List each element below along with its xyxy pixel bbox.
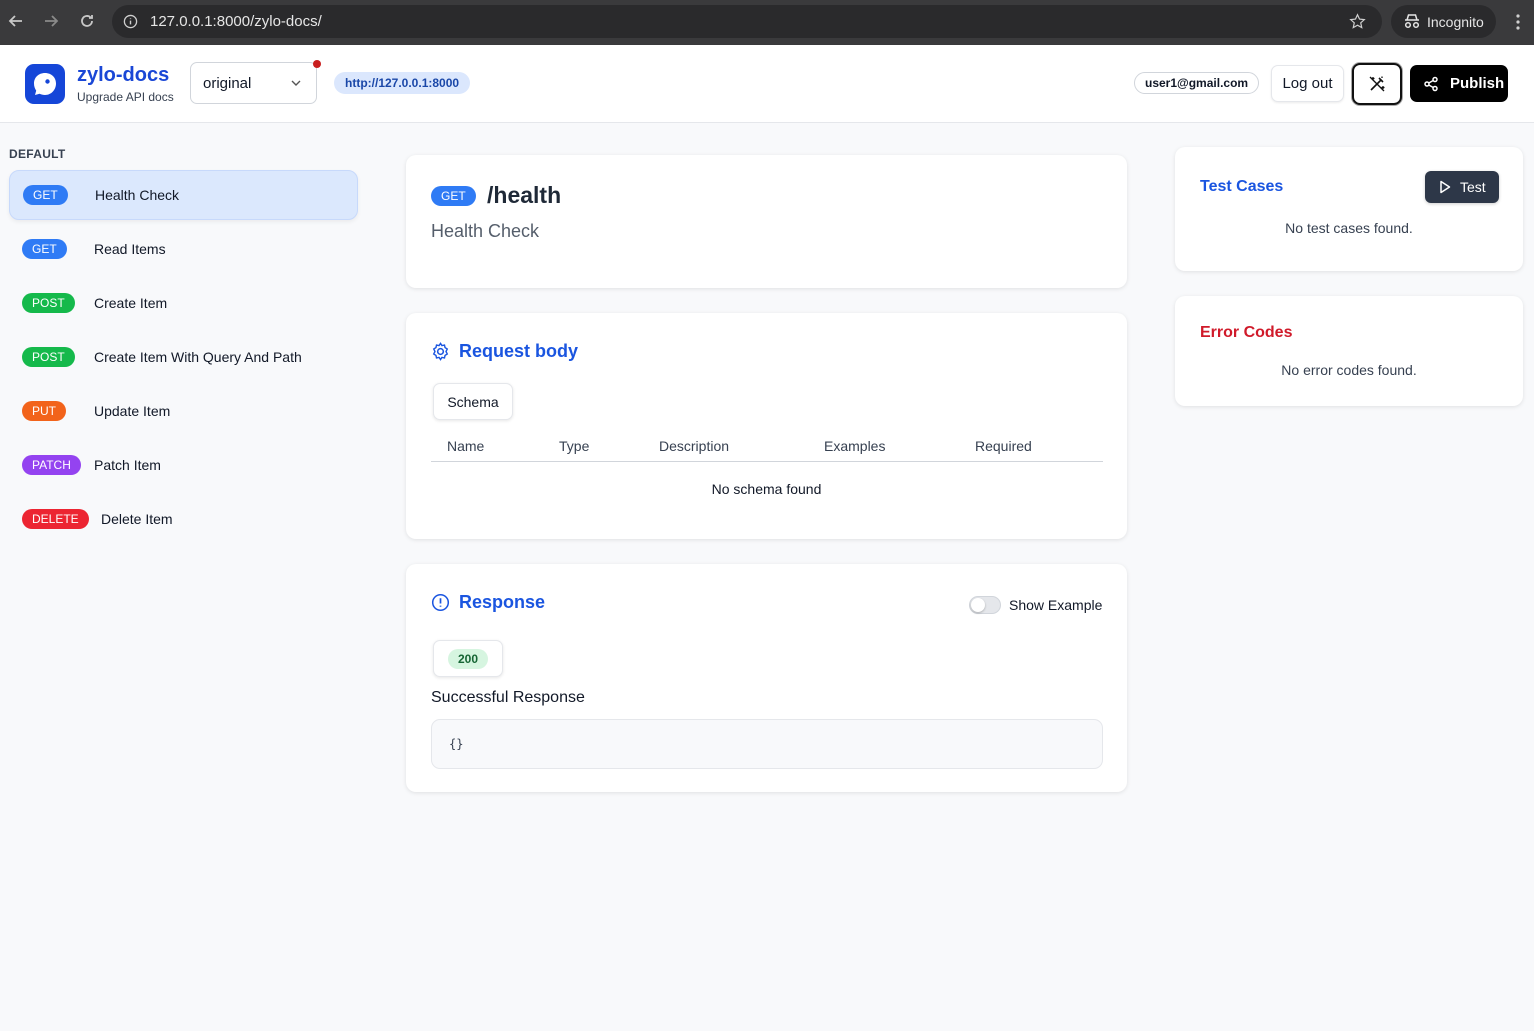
- sidebar-item-patch-item[interactable]: PATCH Patch Item: [9, 440, 358, 490]
- browser-menu-icon[interactable]: [1510, 12, 1526, 32]
- url-text: 127.0.0.1:8000/zylo-docs/: [150, 13, 322, 30]
- main-content: GET /health Health Check Request body Sc…: [381, 123, 1156, 1031]
- column-header-description: Description: [659, 438, 730, 454]
- sidebar-item-read-items[interactable]: GET Read Items: [9, 224, 358, 274]
- response-card: Response Show Example 200 Successful Res…: [406, 564, 1127, 792]
- method-badge-post: POST: [22, 347, 75, 367]
- forward-arrow-icon[interactable]: [41, 11, 61, 31]
- incognito-indicator[interactable]: Incognito: [1391, 5, 1496, 38]
- column-header-name: Name: [447, 438, 485, 454]
- bookmark-star-icon[interactable]: [1349, 13, 1366, 30]
- logo-icon[interactable]: [25, 64, 65, 104]
- endpoint-path: /health: [487, 182, 562, 208]
- magic-wand-button[interactable]: [1352, 63, 1402, 105]
- magic-wand-icon: [1369, 76, 1385, 92]
- address-bar[interactable]: 127.0.0.1:8000/zylo-docs/: [112, 5, 1382, 38]
- endpoint-method-badge: GET: [431, 186, 476, 206]
- method-badge-delete: DELETE: [22, 509, 89, 529]
- publish-button[interactable]: Publish: [1410, 65, 1508, 102]
- table-divider: [431, 461, 1103, 462]
- endpoint-summary: Health Check: [431, 221, 540, 241]
- tab-status-200[interactable]: 200: [433, 640, 503, 677]
- play-icon: [1440, 180, 1451, 194]
- browser-toolbar: 127.0.0.1:8000/zylo-docs/ Incognito: [0, 0, 1534, 45]
- response-title: Response: [459, 592, 546, 612]
- test-cases-empty-message: No test cases found.: [1285, 220, 1413, 236]
- app-header: zylo-docs Upgrade API docs original http…: [0, 45, 1534, 123]
- request-body-title: Request body: [459, 341, 579, 361]
- chevron-down-icon: [291, 80, 301, 86]
- info-circle-icon: [431, 593, 450, 612]
- sidebar-item-update-item[interactable]: PUT Update Item: [9, 386, 358, 436]
- sidebar-item-label: Create Item With Query And Path: [94, 349, 302, 365]
- sidebar-item-label: Read Items: [94, 241, 166, 257]
- logout-button[interactable]: Log out: [1271, 65, 1344, 102]
- sidebar-item-create-item[interactable]: POST Create Item: [9, 278, 358, 328]
- method-badge-patch: PATCH: [22, 455, 81, 475]
- test-button[interactable]: Test: [1425, 171, 1499, 203]
- right-panel: Test Cases Test No test cases found. Err…: [1156, 123, 1534, 1031]
- sidebar-item-label: Update Item: [94, 403, 171, 419]
- error-codes-empty-message: No error codes found.: [1281, 362, 1417, 378]
- error-codes-card: Error Codes No error codes found.: [1175, 296, 1523, 406]
- sidebar: DEFAULT GET Health Check GET Read Items …: [0, 123, 381, 1031]
- schema-empty-message: No schema found: [711, 481, 822, 497]
- response-body-code: {}: [431, 719, 1103, 769]
- column-header-type: Type: [559, 438, 590, 454]
- show-example-label: Show Example: [1009, 597, 1103, 613]
- endpoint-card: GET /health Health Check: [406, 155, 1127, 288]
- site-info-icon[interactable]: [123, 14, 138, 29]
- method-badge-post: POST: [22, 293, 75, 313]
- sidebar-item-label: Patch Item: [94, 457, 161, 473]
- column-header-required: Required: [975, 438, 1032, 454]
- column-header-examples: Examples: [824, 438, 886, 454]
- back-arrow-icon[interactable]: [6, 11, 26, 31]
- brand-name[interactable]: zylo-docs: [77, 64, 169, 87]
- sidebar-item-create-item-query-path[interactable]: POST Create Item With Query And Path: [9, 332, 358, 382]
- incognito-label: Incognito: [1427, 13, 1484, 30]
- test-cases-card: Test Cases Test No test cases found.: [1175, 147, 1523, 271]
- show-example-toggle[interactable]: [969, 596, 1001, 614]
- reload-icon[interactable]: [77, 11, 97, 31]
- status-code-badge: 200: [447, 648, 489, 669]
- user-email-badge: user1@gmail.com: [1134, 72, 1260, 94]
- version-select-value: original: [203, 74, 252, 92]
- request-body-card: Request body Schema Name Type Descriptio…: [406, 313, 1127, 539]
- sidebar-item-label: Create Item: [94, 295, 168, 311]
- error-codes-title: Error Codes: [1200, 324, 1293, 341]
- toggle-knob: [971, 598, 985, 612]
- tab-schema[interactable]: Schema: [433, 383, 513, 420]
- publish-label: Publish: [1450, 75, 1505, 92]
- response-description: Successful Response: [431, 689, 585, 706]
- gear-icon: [432, 342, 449, 361]
- method-badge-put: PUT: [22, 401, 66, 421]
- sidebar-heading: DEFAULT: [9, 147, 66, 161]
- sidebar-item-label: Health Check: [95, 187, 180, 203]
- test-button-label: Test: [1460, 179, 1486, 195]
- notification-dot: [313, 60, 321, 68]
- version-select[interactable]: original: [190, 62, 317, 104]
- sidebar-item-label: Delete Item: [101, 511, 173, 527]
- incognito-icon: [1404, 14, 1420, 29]
- base-url-badge: http://127.0.0.1:8000: [334, 72, 471, 94]
- test-cases-title: Test Cases: [1200, 178, 1284, 195]
- sidebar-item-health-check[interactable]: GET Health Check: [9, 170, 358, 220]
- brand-subtitle: Upgrade API docs: [77, 90, 174, 104]
- sidebar-item-delete-item[interactable]: DELETE Delete Item: [9, 494, 358, 544]
- method-badge-get: GET: [22, 239, 67, 259]
- method-badge-get: GET: [23, 185, 68, 205]
- share-icon: [1424, 76, 1438, 92]
